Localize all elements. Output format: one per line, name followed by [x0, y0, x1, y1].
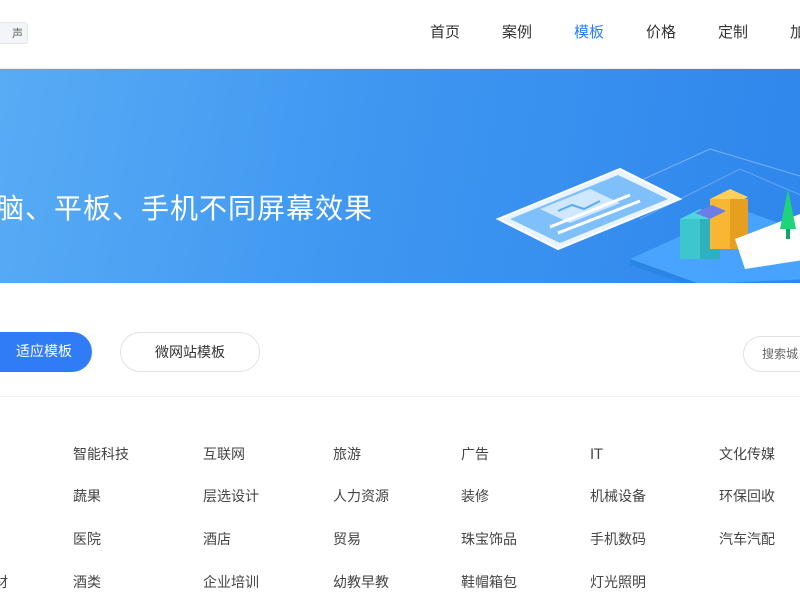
category-item[interactable]: 手机数码 — [590, 530, 646, 550]
nav-item-custom[interactable]: 定制 — [718, 18, 748, 46]
category-item[interactable]: 广告 — [461, 445, 489, 465]
category-item[interactable]: 旅游 — [333, 445, 361, 465]
nav-item-pricing[interactable]: 价格 — [646, 18, 676, 46]
category-grid: 智能科技 互联网 旅游 广告 IT 文化传媒 蔬果 层选设计 人力资源 装修 机… — [0, 430, 800, 600]
category-item[interactable]: 环保回收 — [719, 487, 775, 507]
tab-mobile-site-templates[interactable]: 微网站模板 — [120, 332, 260, 372]
category-item[interactable]: 珠宝饰品 — [461, 530, 517, 550]
category-item[interactable]: 装修 — [461, 487, 489, 507]
template-filter-bar: 适应模板 微网站模板 搜索城 — [0, 330, 800, 376]
category-item[interactable]: IT — [590, 445, 603, 465]
section-divider — [0, 396, 800, 397]
nav-item-join[interactable]: 加 — [790, 18, 800, 46]
category-item[interactable]: 层选设计 — [203, 487, 259, 507]
category-item[interactable]: 企业培训 — [203, 573, 259, 593]
banner-headline: 脑、平板、手机不同屏幕效果 — [0, 192, 374, 225]
site-header: 声 首页 案例 模板 价格 定制 加 — [0, 0, 800, 69]
category-item[interactable]: 灯光照明 — [590, 573, 646, 593]
nav-item-cases[interactable]: 案例 — [502, 18, 532, 46]
site-logo[interactable]: 声 — [0, 22, 28, 44]
category-item[interactable]: 文化传媒 — [719, 445, 775, 465]
category-item[interactable]: 互联网 — [203, 445, 245, 465]
category-item[interactable]: 蔬果 — [73, 487, 101, 507]
hero-banner: 脑、平板、手机不同屏幕效果 — [0, 69, 800, 283]
search-input[interactable]: 搜索城 — [743, 336, 800, 372]
category-item[interactable]: 智能科技 — [73, 445, 129, 465]
category-item[interactable]: 酒类 — [73, 573, 101, 593]
category-item[interactable]: 幼教早教 — [333, 573, 389, 593]
category-item[interactable]: 鞋帽箱包 — [461, 573, 517, 593]
category-item[interactable]: 材 — [0, 573, 8, 593]
category-item[interactable]: 汽车汽配 — [719, 530, 775, 550]
tab-responsive-templates[interactable]: 适应模板 — [0, 332, 92, 372]
nav-item-home[interactable]: 首页 — [430, 18, 460, 46]
category-item[interactable]: 医院 — [73, 530, 101, 550]
category-item[interactable]: 贸易 — [333, 530, 361, 550]
category-item[interactable]: 机械设备 — [590, 487, 646, 507]
devices-illustration-icon — [495, 148, 800, 283]
nav-item-templates[interactable]: 模板 — [574, 18, 604, 46]
category-item[interactable]: 人力资源 — [333, 487, 389, 507]
category-item[interactable]: 酒店 — [203, 530, 231, 550]
